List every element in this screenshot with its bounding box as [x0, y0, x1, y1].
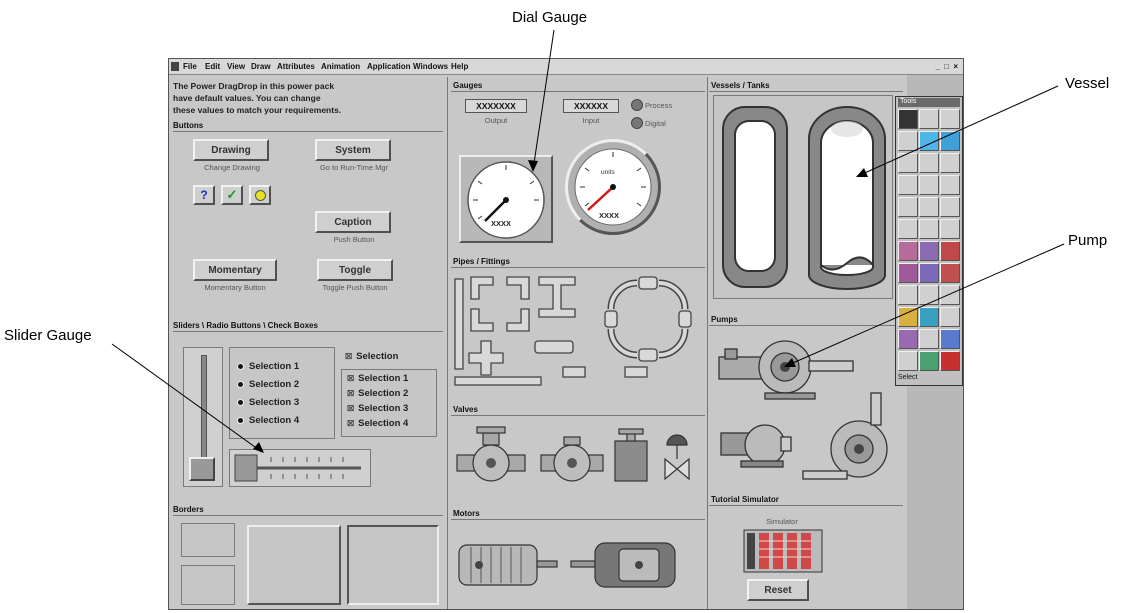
callout-leader-lines [111, 29, 1065, 453]
